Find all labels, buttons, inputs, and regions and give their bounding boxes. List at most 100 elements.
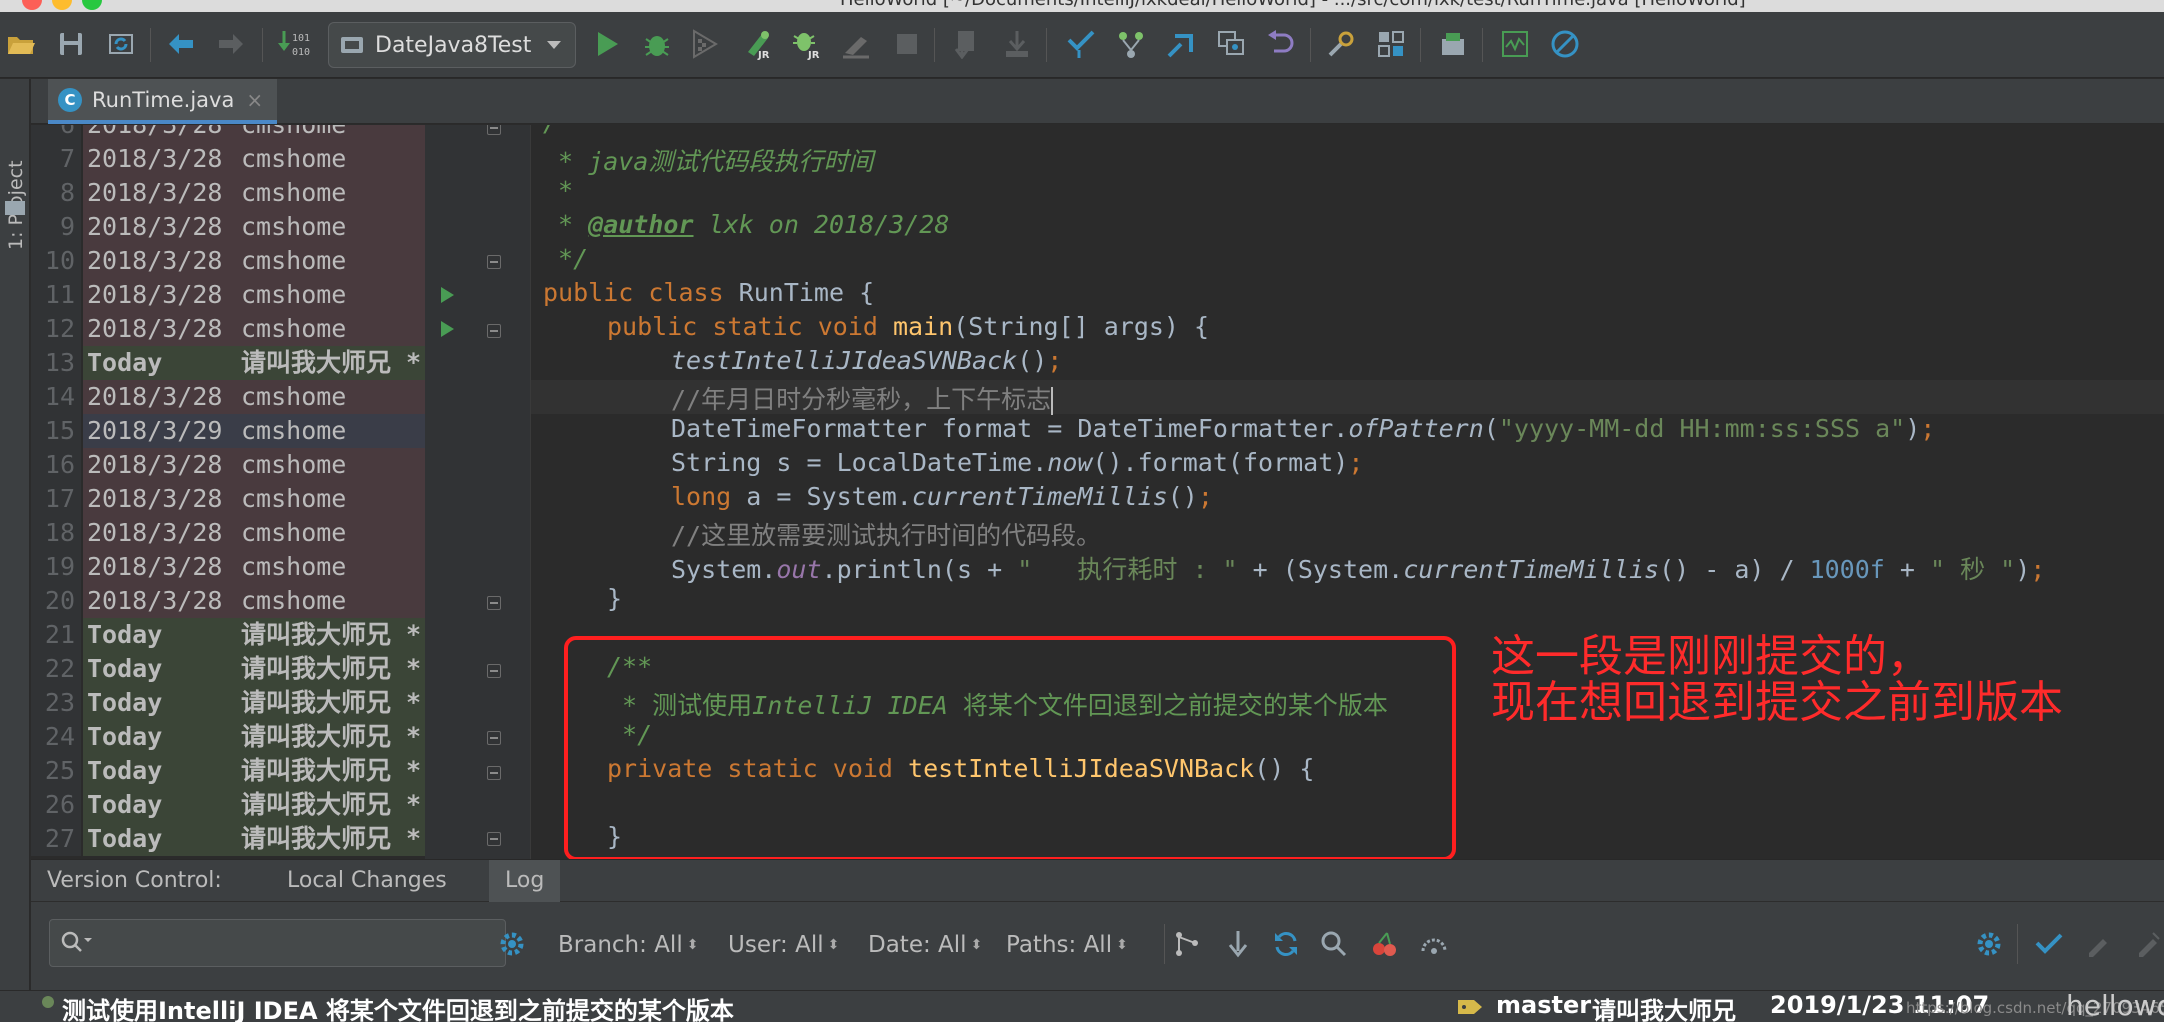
annotation-author: 请叫我大师兄 * bbox=[241, 654, 422, 683]
back-icon[interactable] bbox=[164, 27, 198, 61]
vcs-push-icon[interactable] bbox=[1164, 27, 1198, 61]
annotation-row[interactable]: 16 2018/3/28 cmshome bbox=[31, 448, 425, 482]
tab-runtime-java[interactable]: C RunTime.java × bbox=[48, 79, 278, 124]
annotation-row[interactable]: 14 2018/3/28 cmshome bbox=[31, 380, 425, 414]
fold-icon[interactable] bbox=[487, 731, 501, 745]
fold-icon[interactable] bbox=[487, 832, 501, 846]
annotation-row[interactable]: 11 2018/3/28 cmshome bbox=[31, 278, 425, 312]
user-filter[interactable]: User: All ⬍ bbox=[728, 932, 839, 958]
block-icon[interactable] bbox=[1548, 27, 1582, 61]
jrebel-run-icon[interactable]: JR bbox=[740, 27, 774, 61]
run-main-icon[interactable] bbox=[441, 321, 454, 337]
close-tab-icon[interactable]: × bbox=[246, 88, 263, 112]
annotation-info: 2018/3/28 cmshome bbox=[83, 125, 425, 142]
tab-local-changes[interactable]: Local Changes bbox=[271, 860, 463, 902]
log-settings-gear-icon[interactable] bbox=[1971, 926, 2007, 962]
vcs-update-icon[interactable] bbox=[950, 27, 984, 61]
tab-log[interactable]: Log bbox=[489, 860, 561, 902]
intellisort-icon[interactable] bbox=[1416, 926, 1452, 962]
sdk-icon[interactable] bbox=[1436, 27, 1470, 61]
structure-icon[interactable] bbox=[1374, 27, 1408, 61]
open-icon[interactable] bbox=[4, 27, 38, 61]
line-number: 8 bbox=[31, 176, 81, 210]
run-class-icon[interactable] bbox=[441, 287, 454, 303]
annotation-row[interactable]: 24 Today 请叫我大师兄 * bbox=[31, 720, 425, 754]
annotation-row[interactable]: 21 Today 请叫我大师兄 * bbox=[31, 618, 425, 652]
forward-icon[interactable] bbox=[214, 27, 248, 61]
annotation-row[interactable]: 26 Today 请叫我大师兄 * bbox=[31, 788, 425, 822]
annotation-row[interactable]: 10 2018/3/28 cmshome bbox=[31, 244, 425, 278]
maximize-window-icon[interactable] bbox=[82, 0, 102, 10]
annotation-row[interactable]: 18 2018/3/28 cmshome bbox=[31, 516, 425, 550]
annotation-row[interactable]: 25 Today 请叫我大师兄 * bbox=[31, 754, 425, 788]
log-search-input[interactable] bbox=[49, 919, 506, 967]
sync-icon[interactable] bbox=[104, 27, 138, 61]
settings-icon[interactable] bbox=[1324, 27, 1358, 61]
annotation-row[interactable]: 12 2018/3/28 cmshome bbox=[31, 312, 425, 346]
annotation-date: 2018/3/28 bbox=[87, 280, 223, 309]
fold-icon[interactable] bbox=[487, 766, 501, 780]
commit-message: 测试使用IntelliJ IDEA 将某个文件回退到之前提交的某个版本 bbox=[62, 997, 734, 1022]
vcs-commit-icon[interactable] bbox=[1000, 27, 1034, 61]
jrebel-debug-icon[interactable]: JR bbox=[790, 27, 824, 61]
annotation-author: cmshome bbox=[241, 178, 347, 207]
vcs-pull-icon[interactable] bbox=[1064, 27, 1098, 61]
stop-icon[interactable] bbox=[890, 27, 924, 61]
annotation-row[interactable]: 23 Today 请叫我大师兄 * bbox=[31, 686, 425, 720]
branch-filter[interactable]: Branch: All ⬍ bbox=[558, 932, 698, 958]
annotation-row[interactable]: 27 Today 请叫我大师兄 * bbox=[31, 822, 425, 856]
gear-icon[interactable] bbox=[494, 926, 530, 962]
project-folder-icon[interactable] bbox=[4, 199, 26, 217]
annotation-info: 2018/3/28 cmshome bbox=[83, 142, 425, 176]
vcs-diff-icon[interactable] bbox=[1214, 27, 1248, 61]
version-control-panel: Version Control: Local Changes Log Branc… bbox=[31, 859, 2164, 990]
annotation-row[interactable]: 22 Today 请叫我大师兄 * bbox=[31, 652, 425, 686]
build-icon[interactable]: 101 010 bbox=[276, 27, 310, 61]
annotation-row[interactable]: 6 2018/3/28 cmshome bbox=[31, 125, 425, 142]
update-project-icon[interactable] bbox=[2030, 926, 2066, 962]
run-icon[interactable] bbox=[590, 27, 624, 61]
minimize-window-icon[interactable] bbox=[52, 0, 72, 10]
go-to-head-icon[interactable] bbox=[1220, 926, 1256, 962]
status-bar: 测试使用IntelliJ IDEA 将某个文件回退到之前提交的某个版本 mast… bbox=[0, 989, 2164, 1022]
annotation-row[interactable]: 13 Today 请叫我大师兄 * bbox=[31, 346, 425, 380]
annotation-row[interactable]: 20 2018/3/28 cmshome bbox=[31, 584, 425, 618]
coverage-icon[interactable] bbox=[688, 27, 722, 61]
cherry-pick-icon[interactable] bbox=[1366, 926, 1402, 962]
revert-icon[interactable] bbox=[1264, 27, 1298, 61]
annotation-row[interactable]: 8 2018/3/28 cmshome bbox=[31, 176, 425, 210]
magnifier-icon[interactable] bbox=[1316, 926, 1352, 962]
save-icon[interactable] bbox=[54, 27, 88, 61]
run-configuration-select[interactable]: DateJava8Test bbox=[328, 22, 576, 68]
monitor-icon[interactable] bbox=[1498, 27, 1532, 61]
fold-icon[interactable] bbox=[487, 255, 501, 269]
annotation-row[interactable]: 15 2018/3/29 cmshome bbox=[31, 414, 425, 448]
fold-icon[interactable] bbox=[487, 125, 501, 135]
project-name[interactable]: hellowo bbox=[2066, 989, 2164, 1022]
fold-icon[interactable] bbox=[487, 324, 501, 338]
fold-icon[interactable] bbox=[487, 596, 501, 610]
annotation-row[interactable]: 17 2018/3/28 cmshome bbox=[31, 482, 425, 516]
debug-icon[interactable] bbox=[640, 27, 674, 61]
annotation-row[interactable]: 9 2018/3/28 cmshome bbox=[31, 210, 425, 244]
edit-commit-icon[interactable] bbox=[2080, 926, 2116, 962]
annotation-author: cmshome bbox=[241, 450, 347, 479]
chevron-updown-icon: ⬍ bbox=[970, 937, 983, 953]
line-number: 14 bbox=[31, 380, 81, 414]
code-line: * bbox=[543, 176, 574, 205]
annotation-row[interactable]: 19 2018/3/28 cmshome bbox=[31, 550, 425, 584]
paths-filter[interactable]: Paths: All ⬍ bbox=[1006, 932, 1128, 958]
code-editor[interactable]: 62018/3/28cmshome72018/3/28cmshome82018/… bbox=[31, 125, 2164, 859]
profile-icon[interactable] bbox=[840, 27, 874, 61]
annotation-author: 请叫我大师兄 * bbox=[241, 756, 422, 785]
graph-options-icon[interactable] bbox=[1170, 926, 1206, 962]
fold-icon[interactable] bbox=[487, 664, 501, 678]
annotation-row[interactable]: 7 2018/3/28 cmshome bbox=[31, 142, 425, 176]
date-filter[interactable]: Date: All ⬍ bbox=[868, 932, 982, 958]
annotation-author: cmshome bbox=[241, 246, 347, 275]
annotation-note: 这一段是刚刚提交的， 现在想回退到提交之前到版本 bbox=[1491, 631, 2063, 728]
refresh-icon[interactable] bbox=[1268, 926, 1304, 962]
commit-pen-icon[interactable] bbox=[2130, 926, 2164, 962]
close-window-icon[interactable] bbox=[22, 0, 42, 10]
vcs-branch-icon[interactable] bbox=[1114, 27, 1148, 61]
